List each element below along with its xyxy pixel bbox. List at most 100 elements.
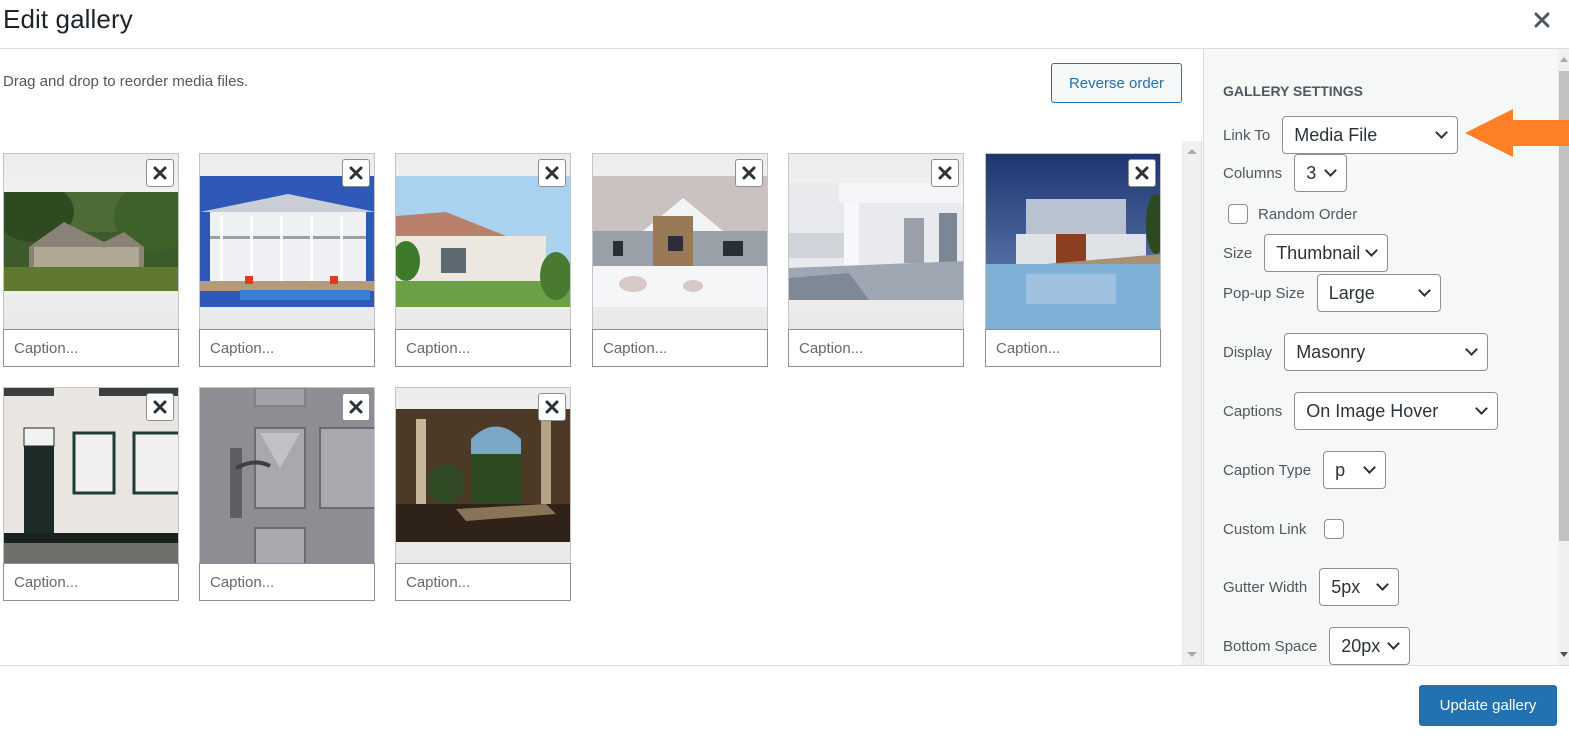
modal-footer: Update gallery <box>0 665 1569 736</box>
chevron-down-icon <box>1363 461 1376 474</box>
chevron-down-icon <box>1417 284 1431 297</box>
thumbnail-frame[interactable] <box>788 153 964 329</box>
caption-input[interactable] <box>592 329 768 367</box>
chevron-down-icon <box>1324 164 1338 177</box>
instruction-text: Drag and drop to reorder media files. <box>3 73 249 90</box>
caption-input[interactable] <box>985 329 1161 367</box>
page-title: Edit gallery <box>3 4 133 34</box>
captions-select[interactable]: On Image Hover <box>1294 392 1499 430</box>
remove-item-button[interactable] <box>538 393 566 421</box>
link-to-label: Link To <box>1223 126 1271 144</box>
caption-input[interactable] <box>3 563 179 601</box>
thumbnail-image <box>396 176 570 307</box>
gallery-item[interactable] <box>199 387 375 601</box>
size-select[interactable]: Thumbnail <box>1264 234 1389 272</box>
caption-type-select[interactable]: p <box>1323 451 1387 489</box>
caption-input[interactable] <box>3 329 179 367</box>
media-scrollbar[interactable] <box>1182 141 1202 665</box>
remove-item-button[interactable] <box>1128 159 1156 187</box>
gallery-item[interactable] <box>788 153 964 367</box>
chevron-down-icon <box>1376 578 1390 591</box>
remove-item-button[interactable] <box>146 159 174 187</box>
size-setting: Size Thumbnail <box>1223 234 1389 272</box>
chevron-down-icon <box>1435 126 1449 139</box>
gallery-item[interactable] <box>199 153 375 367</box>
close-x-icon <box>1534 12 1550 28</box>
update-gallery-button[interactable]: Update gallery <box>1419 685 1557 726</box>
settings-title: Gallery Settings <box>1223 83 1364 99</box>
size-label: Size <box>1223 244 1253 262</box>
close-x-icon <box>349 166 363 180</box>
columns-label: Columns <box>1223 164 1283 182</box>
popup-size-setting: Pop-up Size Large <box>1223 274 1441 312</box>
remove-item-button[interactable] <box>342 159 370 187</box>
bottom-space-label: Bottom Space <box>1223 637 1318 655</box>
remove-item-button[interactable] <box>735 159 763 187</box>
thumbnail-frame[interactable] <box>592 153 768 329</box>
display-select[interactable]: Masonry <box>1284 333 1489 371</box>
remove-item-button[interactable] <box>931 159 959 187</box>
thumbnail-image <box>396 409 570 542</box>
chevron-down-icon <box>1475 402 1489 415</box>
custom-link-checkbox[interactable] <box>1324 519 1345 539</box>
caption-input[interactable] <box>395 329 571 367</box>
link-to-setting: Link To Media File <box>1223 116 1459 154</box>
remove-item-button[interactable] <box>342 393 370 421</box>
scroll-down-arrow-icon[interactable] <box>1187 652 1197 657</box>
random-order-checkbox[interactable] <box>1228 204 1248 224</box>
link-to-value: Media File <box>1294 124 1378 145</box>
gallery-item[interactable] <box>3 153 179 367</box>
gutter-width-select[interactable]: 5px <box>1319 568 1400 606</box>
display-value: Masonry <box>1296 341 1366 362</box>
caption-input[interactable] <box>199 563 375 601</box>
close-button[interactable] <box>1529 6 1555 34</box>
link-to-select[interactable]: Media File <box>1282 116 1459 154</box>
remove-item-button[interactable] <box>538 159 566 187</box>
thumbnail-frame[interactable] <box>985 153 1161 329</box>
thumbnail-image <box>789 183 963 300</box>
columns-setting: Columns 3 <box>1223 154 1348 192</box>
caption-input[interactable] <box>788 329 964 367</box>
close-x-icon <box>1135 166 1149 180</box>
gallery-item[interactable] <box>985 153 1161 367</box>
caption-type-setting: Caption Type p <box>1223 451 1387 489</box>
scroll-up-arrow-icon[interactable] <box>1560 57 1568 62</box>
remove-item-button[interactable] <box>146 393 174 421</box>
gallery-item[interactable] <box>3 387 179 601</box>
popup-size-select[interactable]: Large <box>1316 274 1441 312</box>
popup-size-value: Large <box>1328 282 1375 303</box>
scroll-up-arrow-icon[interactable] <box>1187 149 1197 154</box>
chevron-down-icon <box>1365 244 1379 257</box>
thumbnail-image <box>593 176 767 307</box>
thumbnail-frame[interactable] <box>199 387 375 563</box>
random-order-label: Random Order <box>1258 205 1358 223</box>
thumbnail-frame[interactable] <box>395 153 571 329</box>
gutter-width-label: Gutter Width <box>1223 578 1308 596</box>
thumbnail-frame[interactable] <box>395 387 571 563</box>
close-x-icon <box>742 166 756 180</box>
close-x-icon <box>349 400 363 414</box>
captions-label: Captions <box>1223 402 1283 420</box>
gallery-item[interactable] <box>592 153 768 367</box>
bottom-space-value: 20px <box>1341 635 1381 656</box>
caption-type-label: Caption Type <box>1223 461 1312 479</box>
gallery-item[interactable] <box>395 387 571 601</box>
columns-select[interactable]: 3 <box>1294 154 1348 192</box>
caption-input[interactable] <box>199 329 375 367</box>
display-setting: Display Masonry <box>1223 333 1489 371</box>
gutter-width-setting: Gutter Width 5px <box>1223 568 1400 606</box>
custom-link-label: Custom Link <box>1223 520 1307 538</box>
scroll-down-arrow-icon[interactable] <box>1560 652 1568 657</box>
reverse-order-button[interactable]: Reverse order <box>1051 63 1182 103</box>
thumbnail-frame[interactable] <box>3 153 179 329</box>
popup-size-label: Pop-up Size <box>1223 284 1305 302</box>
custom-link-setting: Custom Link <box>1223 519 1345 539</box>
thumbnail-frame[interactable] <box>199 153 375 329</box>
bottom-space-select[interactable]: 20px <box>1329 627 1411 665</box>
display-label: Display <box>1223 343 1273 361</box>
close-x-icon <box>545 166 559 180</box>
gallery-item[interactable] <box>395 153 571 367</box>
thumbnail-frame[interactable] <box>3 387 179 563</box>
caption-input[interactable] <box>395 563 571 601</box>
chevron-down-icon <box>1465 343 1479 356</box>
